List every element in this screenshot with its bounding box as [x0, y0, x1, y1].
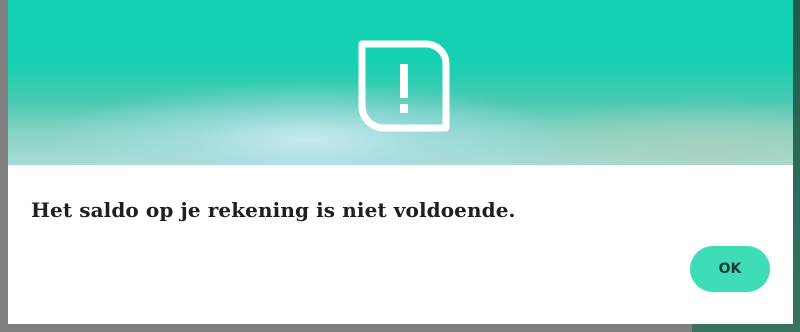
dialog-header-banner [8, 0, 793, 165]
insufficient-balance-dialog: Het saldo op je rekening is niet voldoen… [8, 0, 793, 324]
alert-exclamation-icon [358, 40, 450, 132]
dialog-message: Het saldo op je rekening is niet voldoen… [31, 198, 516, 222]
ok-button[interactable]: OK [690, 246, 770, 292]
